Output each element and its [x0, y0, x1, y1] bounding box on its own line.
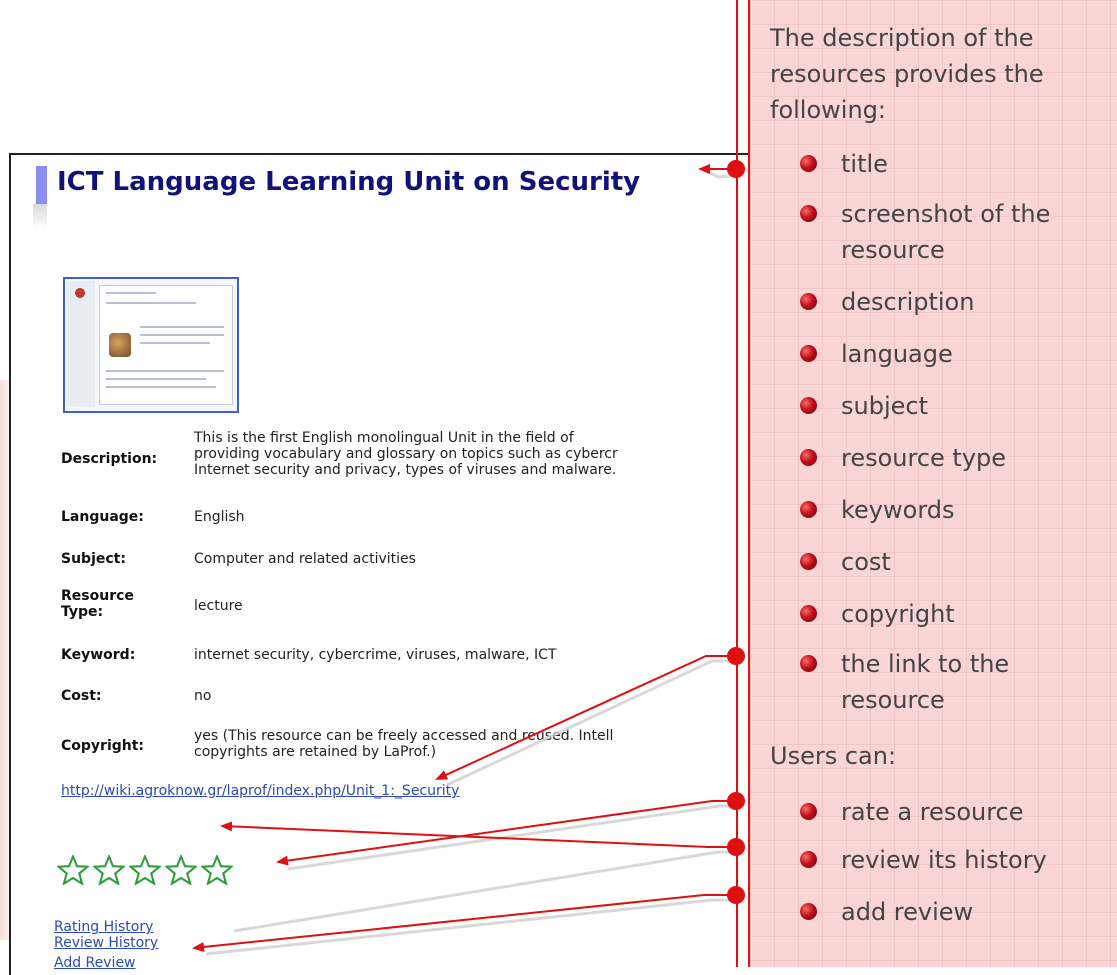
callout-arrows	[192, 160, 745, 956]
